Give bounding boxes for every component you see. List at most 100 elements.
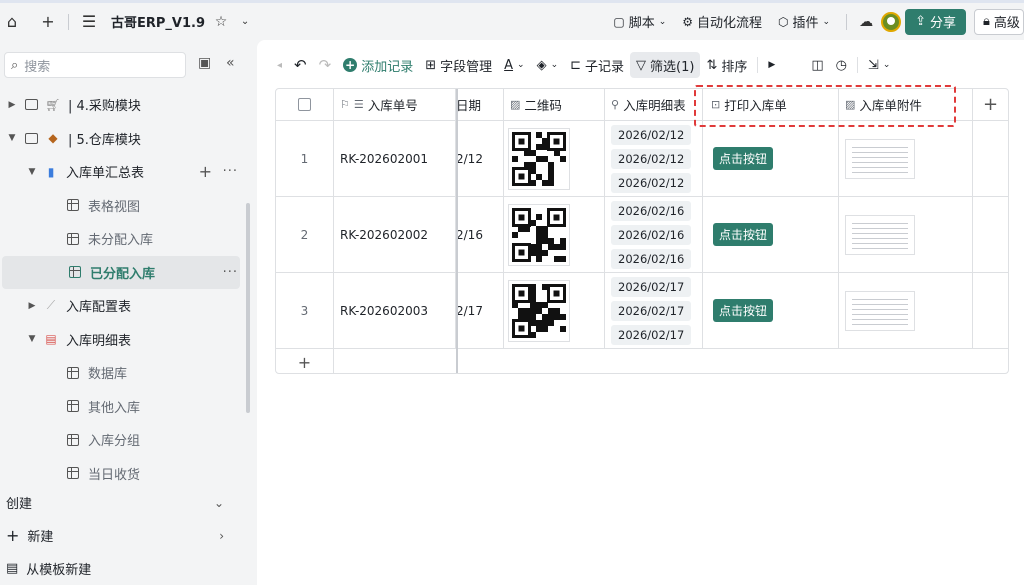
sub-record-button[interactable]: ⊏ 子记录 [564,52,630,78]
frozen-column-divider[interactable] [456,89,458,373]
filter-button[interactable]: ▽ 筛选(1) [630,52,701,78]
text-color-button[interactable]: A ⌄ [498,52,530,78]
attachment-cell[interactable] [839,273,973,348]
date-tag[interactable]: 2026/02/17 [611,276,692,297]
chevron-right-icon[interactable]: ▶ [6,100,18,110]
chevron-down-icon[interactable]: ⌄ [214,496,224,510]
cloud-icon[interactable]: ☁ [859,14,873,30]
attachment-thumbnail[interactable] [845,138,915,179]
add-row-icon[interactable]: + [276,349,334,373]
avatar[interactable] [881,11,902,32]
automation-button[interactable]: ⚙ 自动化流程 [674,12,770,32]
star-icon[interactable]: ☆ [209,10,233,34]
attachment-thumbnail[interactable] [845,214,915,255]
sidebar-item-purchase[interactable]: ▶ 🛒︎ | 4.采购模块 [0,88,246,122]
prev-icon[interactable]: ◂ [257,52,288,78]
search-input[interactable]: ⌕ 搜索 [4,52,186,78]
attachment-thumbnail[interactable] [845,290,915,331]
redo-icon[interactable]: ↷ [313,52,338,78]
date-tag[interactable]: 2026/02/12 [611,172,692,193]
table-row[interactable]: 1 RK-202602001 2/12 2026/02/12 2026/02/1… [276,121,1008,197]
detail-cell[interactable]: 2026/02/17 2026/02/17 2026/02/17 [605,273,703,348]
add-icon[interactable]: + [199,162,212,181]
more-tools-icon[interactable]: ▶ [762,52,781,78]
chevron-right-icon[interactable]: › [219,529,224,543]
detail-cell[interactable]: 2026/02/16 2026/02/16 2026/02/16 [605,197,703,272]
date-tag[interactable]: 2026/02/16 [611,200,692,221]
sort-button[interactable]: ⇅ 排序 [700,52,753,78]
undo-icon[interactable]: ↶ [288,52,313,78]
qr-cell[interactable] [504,197,605,272]
table-row[interactable]: 3 RK-202602003 2/17 2026/02/17 2026/02/1… [276,273,1008,349]
detail-cell[interactable]: 2026/02/12 2026/02/12 2026/02/12 [605,121,703,196]
header-date[interactable]: 日期 [456,89,504,120]
sidebar-scrollbar[interactable] [246,203,250,413]
qr-code-image[interactable] [508,127,570,190]
sidebar-item-table-view[interactable]: 表格视图 [0,189,246,223]
header-print[interactable]: ⊡ 打印入库单 [703,89,839,120]
date-tag[interactable]: 2026/02/17 [611,300,692,321]
date-tag[interactable]: 2026/02/16 [611,224,692,245]
date-cell[interactable]: 2/12 [456,121,504,196]
header-detail[interactable]: ⚲ 入库明细表 [605,89,703,120]
header-qr[interactable]: ▨ 二维码 [504,89,605,120]
panel-icon[interactable]: ▣ [198,55,211,71]
attachment-cell[interactable] [839,197,973,272]
home-icon[interactable]: ⌂ [0,10,24,34]
chevron-down-icon[interactable]: ▼ [26,334,38,344]
menu-icon[interactable]: ☰ [77,10,101,34]
date-tag[interactable]: 2026/02/16 [611,248,692,269]
date-cell[interactable]: 2/16 [456,197,504,272]
print-button[interactable]: 点击按钮 [713,223,774,246]
print-button[interactable]: 点击按钮 [713,147,774,170]
table-row[interactable]: 2 RK-202602002 2/16 2026/02/16 2026/02/1… [276,197,1008,273]
order-no-cell[interactable]: RK-202602001 [334,121,456,196]
add-icon[interactable]: + [36,10,60,34]
script-button[interactable]: ▢ 脚本 ⌄ [605,12,674,32]
add-column-button[interactable]: + [973,89,1008,120]
date-tag[interactable]: 2026/02/12 [611,124,692,145]
history-icon[interactable]: ◷ [830,52,853,78]
select-all-cell[interactable] [276,89,334,120]
sidebar-item-inbound-config[interactable]: ▶ ⟋ 入库配置表 [0,289,246,323]
sidebar-item-database[interactable]: 数据库 [0,356,246,390]
qr-code-image[interactable] [508,203,570,266]
create-section[interactable]: 创建 ⌄ [0,486,246,519]
more-icon[interactable]: ··· [223,265,238,280]
order-no-cell[interactable]: RK-202602003 [334,273,456,348]
chevron-right-icon[interactable]: ▶ [26,301,38,311]
layout-icon[interactable]: ◫ [805,52,829,78]
date-cell[interactable]: 2/17 [456,273,504,348]
date-tag[interactable]: 2026/02/17 [611,324,692,345]
sidebar-item-warehouse[interactable]: ▼ ◆ | 5.仓库模块 [0,122,246,156]
header-order-no[interactable]: ⚐ ☰ 入库单号 [334,89,456,120]
add-row[interactable]: + [276,349,1008,373]
qr-cell[interactable] [504,121,605,196]
sidebar-item-other-inbound[interactable]: 其他入库 [0,390,246,424]
print-button[interactable]: 点击按钮 [713,299,774,322]
plugin-button[interactable]: ⬡ 插件 ⌄ [770,12,838,32]
qr-code-image[interactable] [508,279,570,342]
date-tag[interactable]: 2026/02/12 [611,148,692,169]
attachment-cell[interactable] [839,121,973,196]
add-record-button[interactable]: + 添加记录 [337,52,419,78]
sidebar-item-inbound-group[interactable]: 入库分组 [0,423,246,457]
new-button[interactable]: + 新建 › [0,519,246,552]
field-manage-button[interactable]: ⊞ 字段管理 [419,52,498,78]
share-button[interactable]: ⇪ 分享 [905,8,966,35]
sidebar-item-unassigned[interactable]: 未分配入库 [0,222,246,256]
sidebar-item-daily-receipt[interactable]: 当日收货 [0,457,246,491]
collapse-sidebar-icon[interactable]: « [226,55,235,71]
fill-color-button[interactable]: ◈ ⌄ [531,52,565,78]
chevron-down-icon[interactable]: ▼ [6,133,18,143]
chevron-down-icon[interactable]: ⌄ [233,10,257,34]
sidebar-item-assigned[interactable]: 已分配入库 ··· [2,255,240,289]
more-icon[interactable]: ··· [223,164,238,179]
sidebar-item-inbound-detail[interactable]: ▼ ▤ 入库明细表 [0,323,246,357]
select-all-checkbox[interactable] [298,98,311,111]
new-from-template-button[interactable]: ▤ 从模板新建 [0,552,246,585]
header-attachment[interactable]: ▨ 入库单附件 [839,89,973,120]
order-no-cell[interactable]: RK-202602002 [334,197,456,272]
sidebar-item-inbound-summary[interactable]: ▼ ▮ 入库单汇总表 + ··· [0,155,246,189]
export-button[interactable]: ⇲ ⌄ [862,52,896,78]
